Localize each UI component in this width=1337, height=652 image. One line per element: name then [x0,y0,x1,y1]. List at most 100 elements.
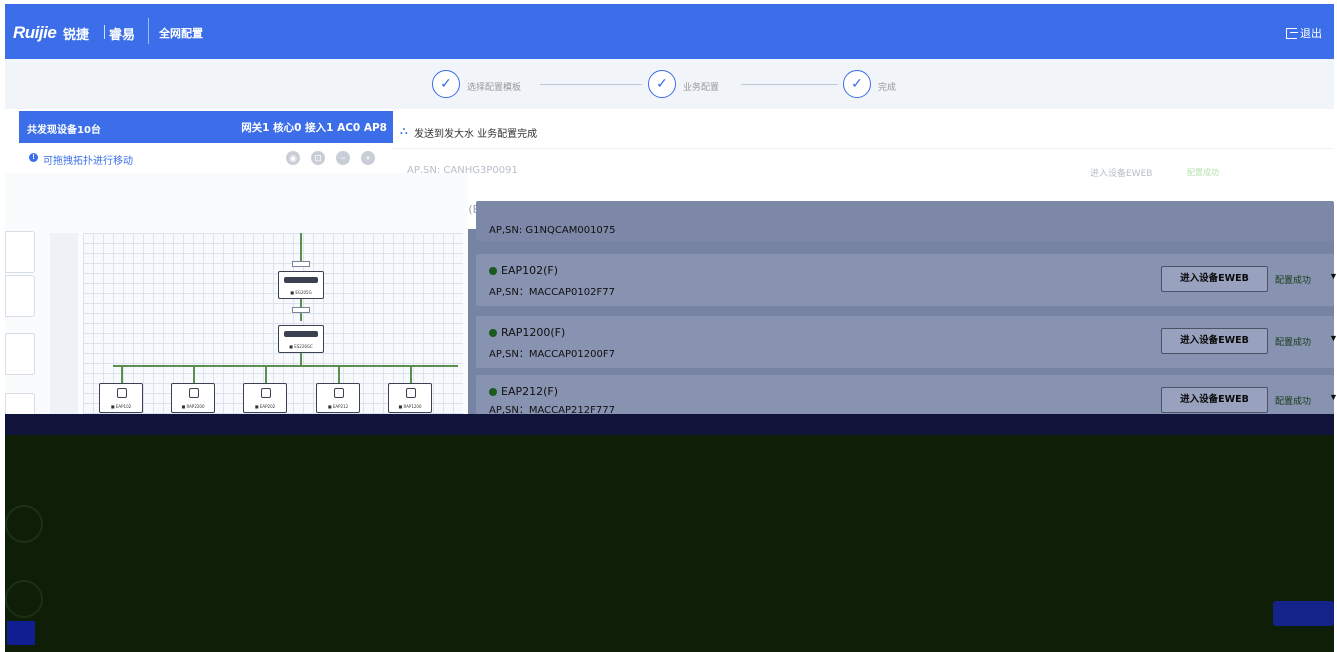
ap-label: ■ RAP1200 [398,404,422,409]
logo-divider [104,25,105,39]
device-count-title: 共发现设备10台 [27,125,101,136]
top-bar: Ruijie 锐捷 睿易 全网配置 退出 [5,4,1334,59]
device-name: EAP102(F) [489,264,558,277]
ap-node[interactable]: ■ EAP202 [243,383,287,413]
chevron-down-icon[interactable]: ▼ [1329,333,1337,343]
drag-hint: 可拖拽拓扑进行移动 [43,156,133,167]
device-row-faint: AP,SN: CANHG3P0091 进入设备EWEB 配置成功 [393,149,1334,189]
link-line [193,365,195,383]
device-name-text: EAP212(F) [501,385,559,398]
ap-node[interactable]: ■ RAP2200 [171,383,215,413]
ruijie-logo: Ruijie [13,23,57,42]
device-type-counts: 网关1 核心0 接入1 AC0 AP8 [241,122,387,134]
zoom-out-icon[interactable]: − [336,151,350,165]
side-tab[interactable] [5,231,35,273]
topology-canvas[interactable]: ■ EG205G ■ ES226GC ■ EAP102 ■ RAP2200 ■ … [83,233,463,435]
enter-eweb-button[interactable]: 进入设备EWEB [1161,387,1268,413]
chevron-down-icon[interactable]: ▼ [1329,271,1337,281]
ap-icon [406,388,416,398]
bottom-left-block [7,621,35,645]
config-status: 配置成功 [1275,338,1312,348]
ap-label: ■ EAP212 [327,404,349,409]
port-tag [292,261,310,267]
step-1-check-icon: ✓ [432,70,460,98]
link-line [265,365,267,383]
step-3-check-icon: ✓ [843,70,871,98]
step-1-label: 选择配置模板 [467,83,522,93]
topology-sidebar [50,233,78,435]
ap-icon [334,388,344,398]
device-name: RAP1200(F) [489,326,565,339]
device-sn: AP,SN：MACCAP01200F7 [489,349,615,360]
enter-eweb-button[interactable]: 进入设备EWEB [1161,266,1268,292]
port-tag [292,307,310,313]
bottom-action-button[interactable] [1273,601,1334,626]
device-sn: AP,SN：MACCAP0102F77 [489,287,615,298]
device-name-text: EAP102(F) [501,264,559,277]
ap-icon [189,388,199,398]
ap-node[interactable]: ■ EAP212 [316,383,360,413]
side-tab[interactable] [5,275,35,317]
ruijie-logo-cn: 锐捷 [63,28,90,43]
device-name-text: RAP1200(F) [501,326,566,339]
topology-icon: ⛬ [400,125,408,137]
step-connector [741,84,838,85]
config-status: 配置成功 [1275,397,1312,407]
ap-node[interactable]: ■ EAP102 [99,383,143,413]
step-2-check-icon: ✓ [648,70,676,98]
link-line [338,365,340,383]
logout-label: 退出 [1300,27,1322,40]
device-bar [284,277,318,283]
config-status: 配置成功 [1275,276,1312,286]
ring-shape [5,505,43,543]
device-name: EAP212(F) [489,385,558,398]
device-sn: AP,SN: G1NQCAM001075 [489,225,616,236]
device-card: AP,SN: G1NQCAM001075 [476,201,1334,241]
page-title: 全网配置 [159,27,203,40]
chevron-down-icon[interactable]: ▼ [1329,392,1337,402]
online-dot [489,328,497,337]
ring-shape [5,580,43,618]
topology-panel[interactable]: ■ EG205G ■ ES226GC ■ EAP102 ■ RAP2200 ■ … [5,173,468,435]
dark-band [5,414,1334,435]
info-icon: ! [29,153,38,162]
fit-icon[interactable]: ⊡ [311,151,325,165]
node-label: ■ ES226GC [289,344,313,349]
device-card: EAP102(F) AP,SN：MACCAP0102F77 进入设备EWEB 配… [476,254,1337,306]
ap-label: ■ RAP2200 [181,404,205,409]
device-summary-bar: 共发现设备10台 网关1 核心0 接入1 AC0 AP8 [19,111,393,143]
ap-icon [117,388,127,398]
logout-icon [1286,27,1298,39]
header-divider [148,18,149,44]
result-title: 发送到发大水 业务配置完成 [414,129,538,140]
brand-name: 睿易 [109,28,136,43]
side-tab[interactable] [5,333,35,375]
step-2-label: 业务配置 [683,83,720,93]
gateway-node[interactable]: ■ EG205G [278,271,324,299]
online-dot [489,387,497,396]
eweb-link[interactable]: 进入设备EWEB [1090,166,1152,179]
topology-toolbar: ! 可拖拽拓扑进行移动 ◉ ⊡ − + [19,143,393,173]
link-bus [113,365,458,367]
dark-region [5,435,1334,652]
logout-button[interactable]: 退出 [1286,25,1322,41]
online-dot [489,266,497,275]
zoom-in-icon[interactable]: + [361,151,375,165]
ap-label: ■ EAP102 [110,404,132,409]
node-label: ■ EG205G [290,290,312,295]
ap-label: ■ EAP202 [254,404,276,409]
device-card: EAP212(F) AP,SN：MACCAP212F777 进入设备EWEB 配… [476,375,1337,416]
ap-icon [261,388,271,398]
step-connector [540,84,642,85]
step-3-label: 完成 [878,83,897,93]
lock-icon[interactable]: ◉ [286,151,300,165]
result-header: ⛬ 发送到发大水 业务配置完成 [393,111,1334,149]
link-line [121,365,123,383]
ap-node[interactable]: ■ RAP1200 [388,383,432,413]
enter-eweb-button[interactable]: 进入设备EWEB [1161,328,1268,354]
switch-node[interactable]: ■ ES226GC [278,325,324,353]
device-bar [284,331,318,337]
link-line [410,365,412,383]
link-line [300,353,302,365]
wizard-steps: ✓ 选择配置模板 ✓ 业务配置 ✓ 完成 [5,59,1334,109]
